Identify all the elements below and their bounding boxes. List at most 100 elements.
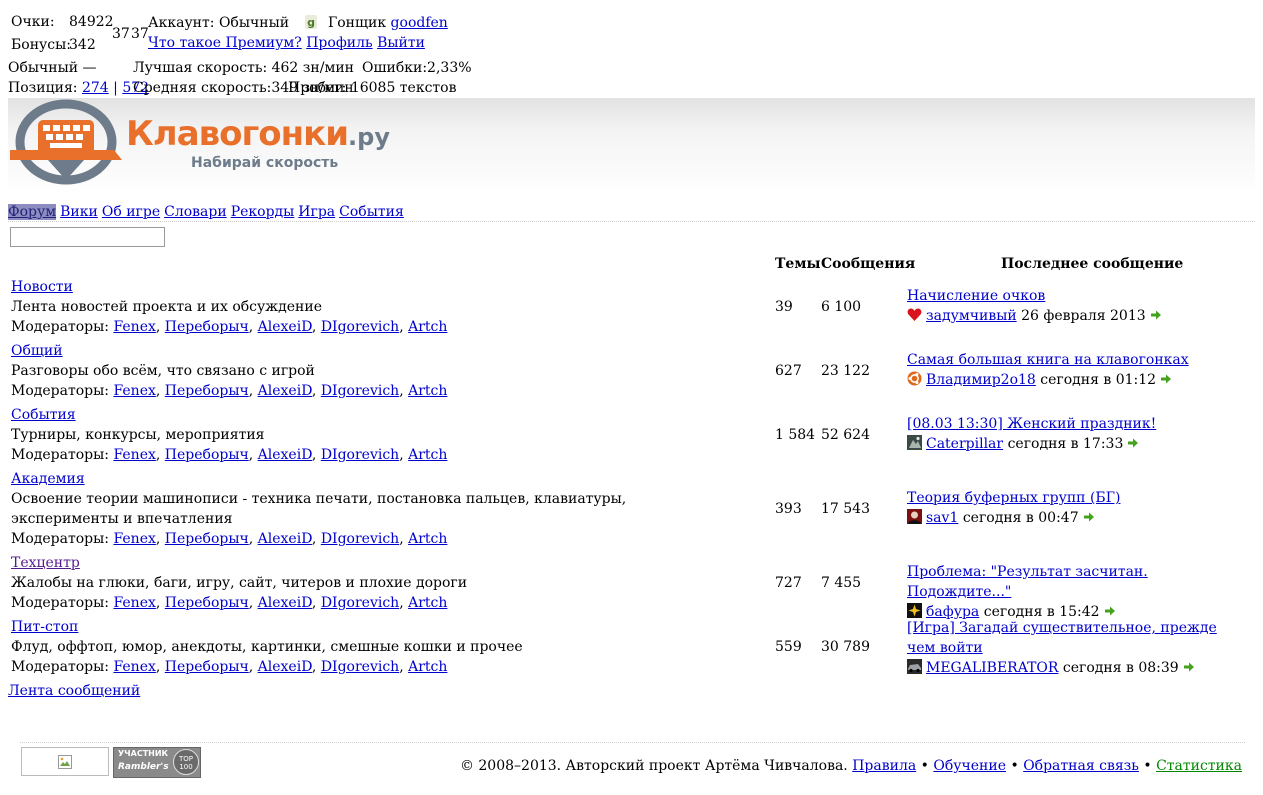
menu-item-about[interactable]: Об игре bbox=[102, 204, 160, 220]
moderator-link[interactable]: Artch bbox=[408, 659, 447, 675]
score-value: 84922 bbox=[69, 14, 114, 30]
premium-link[interactable]: Что такое Премиум? bbox=[148, 35, 302, 51]
moderator-link[interactable]: AlexeiD bbox=[258, 383, 312, 399]
moderator-link[interactable]: Fenex bbox=[113, 319, 155, 335]
go-to-post-arrow-icon[interactable] bbox=[1161, 370, 1172, 384]
logo-slogan: Набирай скорость bbox=[191, 155, 339, 171]
logout-link[interactable]: Выйти bbox=[377, 35, 425, 51]
moderator-link[interactable]: Fenex bbox=[113, 383, 155, 399]
forum-title-link[interactable]: События bbox=[11, 405, 731, 425]
forum-title-link[interactable]: Академия bbox=[11, 469, 731, 489]
moderator-link[interactable]: Artch bbox=[408, 383, 447, 399]
topics-count: 1 584 bbox=[775, 427, 816, 443]
menu-item-forum[interactable]: Форум bbox=[8, 204, 57, 220]
moderators-label: Модераторы: bbox=[11, 319, 109, 335]
forum-title-link[interactable]: Новости bbox=[11, 277, 731, 297]
dark-avatar-icon bbox=[907, 509, 922, 524]
forum-moderators: Модераторы: Fenex, Переборыч, AlexeiD, D… bbox=[11, 595, 448, 611]
footer-link-statistics[interactable]: Статистика bbox=[1156, 758, 1242, 774]
position-link-a[interactable]: 274 bbox=[82, 80, 109, 96]
moderator-link[interactable]: Переборыч bbox=[165, 383, 249, 399]
moderator-link[interactable]: Artch bbox=[408, 531, 447, 547]
moderator-link[interactable]: Fenex bbox=[113, 531, 155, 547]
moderator-link[interactable]: AlexeiD bbox=[258, 595, 312, 611]
car-avatar-icon bbox=[907, 659, 922, 674]
footer-link-tutorial[interactable]: Обучение bbox=[933, 758, 1006, 774]
moderator-link[interactable]: AlexeiD bbox=[258, 659, 312, 675]
column-header-last: Последнее сообщение bbox=[1001, 256, 1184, 272]
moderator-link[interactable]: AlexeiD bbox=[258, 447, 312, 463]
last-post-title-link[interactable]: [08.03 13:30] Женский праздник! bbox=[907, 416, 1156, 432]
profile-link[interactable]: Профиль bbox=[306, 35, 372, 51]
counter-image-placeholder[interactable] bbox=[21, 747, 109, 776]
moderator-link[interactable]: DIgorevich bbox=[321, 319, 399, 335]
go-to-post-arrow-icon[interactable] bbox=[1150, 306, 1161, 320]
broken-image-icon bbox=[58, 755, 72, 775]
moderator-link[interactable]: DIgorevich bbox=[321, 531, 399, 547]
topics-count: 727 bbox=[775, 575, 802, 591]
go-to-post-arrow-icon[interactable] bbox=[1083, 508, 1094, 522]
last-post-title-link[interactable]: Начисление очков bbox=[907, 288, 1045, 304]
rambler-top-text: УЧАСТНИК bbox=[118, 749, 169, 758]
footer-link-feedback[interactable]: Обратная связь bbox=[1023, 758, 1139, 774]
moderator-link[interactable]: Fenex bbox=[113, 595, 155, 611]
moderator-link[interactable]: Artch bbox=[408, 447, 447, 463]
moderator-link[interactable]: Переборыч bbox=[165, 319, 249, 335]
message-feed-link[interactable]: Лента сообщений bbox=[8, 681, 140, 701]
moderator-link[interactable]: Fenex bbox=[113, 447, 155, 463]
rambler-top100-button[interactable]: УЧАСТНИК Rambler's TOP 100 bbox=[113, 747, 201, 778]
forum-description: Флуд, оффтоп, юмор, анекдоты, картинки, … bbox=[11, 639, 523, 655]
moderator-link[interactable]: Fenex bbox=[113, 659, 155, 675]
position-line: Позиция: 274 | 572 bbox=[8, 78, 149, 98]
forum-title-link[interactable]: Техцентр bbox=[11, 553, 731, 573]
moderator-link[interactable]: AlexeiD bbox=[258, 319, 312, 335]
last-post: [Игра] Загадай существительное, прежде ч… bbox=[907, 618, 1227, 678]
moderators-label: Модераторы: bbox=[11, 383, 109, 399]
last-post-title-link[interactable]: Самая большая книга на клавогонках bbox=[907, 352, 1189, 368]
moderator-link[interactable]: Artch bbox=[408, 319, 447, 335]
moderator-link[interactable]: DIgorevich bbox=[321, 383, 399, 399]
go-to-post-arrow-icon[interactable] bbox=[1183, 658, 1194, 672]
moderator-link[interactable]: DIgorevich bbox=[321, 447, 399, 463]
last-post-title-link[interactable]: Проблема: "Результат засчитан. Подождите… bbox=[907, 564, 1148, 600]
moderator-link[interactable]: AlexeiD bbox=[258, 531, 312, 547]
best-speed: Лучшая скорость: 462 зн/мин bbox=[133, 60, 355, 76]
menu-item-wiki[interactable]: Вики bbox=[60, 204, 98, 220]
go-to-post-arrow-icon[interactable] bbox=[1128, 434, 1139, 448]
logo-name: Клавогонки bbox=[126, 114, 349, 154]
messages-count: 6 100 bbox=[821, 299, 862, 315]
menu-item-events[interactable]: События bbox=[339, 204, 404, 220]
forum-row: Новости Лента новостей проекта и их обсу… bbox=[11, 277, 731, 337]
moderator-link[interactable]: Переборыч bbox=[165, 447, 249, 463]
menu-item-game[interactable]: Игра bbox=[298, 204, 335, 220]
moderator-link[interactable]: Переборыч bbox=[165, 595, 249, 611]
last-post-user-link[interactable]: sav1 bbox=[926, 510, 958, 526]
last-post-title-link[interactable]: [Игра] Загадай существительное, прежде ч… bbox=[907, 620, 1217, 656]
messages-count: 23 122 bbox=[821, 363, 870, 379]
menu-item-dictionaries[interactable]: Словари bbox=[164, 204, 227, 220]
forum-title-link[interactable]: Пит-стоп bbox=[11, 617, 731, 637]
moderator-link[interactable]: Переборыч bbox=[165, 531, 249, 547]
footer-link-rules[interactable]: Правила bbox=[852, 758, 916, 774]
footer-copyright: © 2008–2013. Авторский проект Артёма Чив… bbox=[460, 756, 1242, 776]
last-post-user-link[interactable]: Caterpillar bbox=[926, 436, 1003, 452]
last-post-user-link[interactable]: задумчивый bbox=[926, 308, 1017, 324]
racer-label: Гонщик bbox=[327, 15, 387, 31]
menu-item-records[interactable]: Рекорды bbox=[231, 204, 295, 220]
moderator-link[interactable]: DIgorevich bbox=[321, 595, 399, 611]
forum-title-link[interactable]: Общий bbox=[11, 341, 731, 361]
go-to-post-arrow-icon[interactable] bbox=[1104, 602, 1115, 616]
forum-description: Жалобы на глюки, баги, игру, сайт, читер… bbox=[11, 575, 468, 591]
last-post-user-link[interactable]: Владимир2о18 bbox=[926, 372, 1036, 388]
racer-name-link[interactable]: goodfen bbox=[391, 15, 448, 31]
moderator-link[interactable]: Artch bbox=[408, 595, 447, 611]
last-post-user-link[interactable]: MEGALIBERATOR bbox=[926, 660, 1058, 676]
search-input[interactable] bbox=[10, 227, 165, 247]
topics-count: 39 bbox=[775, 299, 793, 315]
moderator-link[interactable]: DIgorevich bbox=[321, 659, 399, 675]
messages-count: 7 455 bbox=[821, 575, 862, 591]
last-post-title-link[interactable]: Теория буферных групп (БГ) bbox=[907, 490, 1120, 506]
logo-link[interactable]: Клавогонки.ру Набирай скорость bbox=[8, 98, 390, 194]
moderators-label: Модераторы: bbox=[11, 447, 109, 463]
moderator-link[interactable]: Переборыч bbox=[165, 659, 249, 675]
